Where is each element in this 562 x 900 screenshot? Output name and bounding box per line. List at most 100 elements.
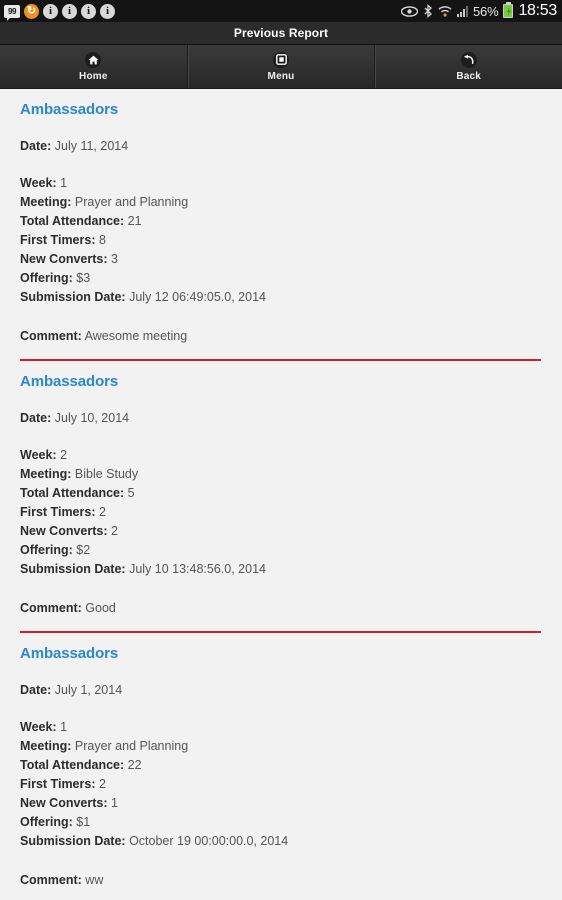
info-icon-1: i [43, 3, 58, 19]
offering-row: Offering: $3 [20, 269, 542, 288]
first-timers-value: 2 [98, 505, 106, 519]
comment-value: ww [85, 873, 104, 887]
new-converts-row: New Converts: 3 [20, 250, 542, 269]
app-update-icon: ↻ [24, 3, 39, 19]
nav-button-home[interactable]: Home [0, 45, 187, 88]
report-list[interactable]: Ambassadors Date: July 11, 2014 Week: 1 … [0, 89, 562, 899]
nav-button-menu-label: Menu [267, 70, 295, 82]
first-timers-label: First Timers: [20, 777, 96, 791]
first-timers-label: First Timers: [20, 505, 96, 519]
first-timers-row: First Timers: 2 [20, 775, 542, 794]
navigation-bar: Home Menu Back [0, 45, 562, 89]
submission-date-label: Submission Date: [20, 834, 126, 848]
report-date-row: Date: July 10, 2014 [20, 409, 542, 428]
week-label: Week: [20, 176, 57, 190]
info-icon-3: i [81, 3, 96, 19]
submission-date-value: July 12 06:49:05.0, 2014 [129, 290, 266, 304]
offering-value: $3 [76, 271, 91, 285]
comment-row: Comment: ww [20, 871, 542, 890]
comment-label: Comment: [20, 873, 82, 887]
report-date-row: Date: July 11, 2014 [20, 137, 542, 156]
offering-row: Offering: $2 [20, 541, 542, 560]
meeting-label: Meeting: [20, 195, 72, 209]
date-value: July 10, 2014 [54, 411, 130, 425]
comment-value: Good [85, 601, 116, 615]
status-bar-notification-icons: 99 ↻ i i i i [4, 3, 115, 21]
offering-label: Offering: [20, 271, 73, 285]
meeting-row: Meeting: Prayer and Planning [20, 193, 542, 212]
submission-date-label: Submission Date: [20, 562, 126, 576]
comment-label: Comment: [20, 601, 82, 615]
date-value: July 1, 2014 [54, 683, 123, 697]
meeting-value: Bible Study [74, 467, 139, 481]
first-timers-value: 8 [98, 233, 106, 247]
submission-date-row: Submission Date: July 10 13:48:56.0, 201… [20, 560, 542, 579]
battery-percent-label: 56% [473, 3, 499, 19]
submission-date-value: October 19 00:00:00.0, 2014 [129, 834, 289, 848]
info-icon-2: i [62, 3, 77, 19]
submission-date-label: Submission Date: [20, 290, 126, 304]
week-value: 1 [60, 176, 68, 190]
total-attendance-row: Total Attendance: 21 [20, 212, 542, 231]
report-stats: Week: 2 Meeting: Bible Study Total Atten… [20, 446, 542, 579]
wifi-icon [438, 5, 452, 18]
comment-label: Comment: [20, 329, 82, 343]
report-date-row: Date: July 1, 2014 [20, 681, 542, 700]
page-title: Previous Report [233, 26, 329, 40]
date-label: Date: [20, 683, 52, 697]
submission-date-row: Submission Date: July 12 06:49:05.0, 201… [20, 288, 542, 307]
meeting-label: Meeting: [20, 739, 72, 753]
offering-label: Offering: [20, 815, 73, 829]
status-bar: 99 ↻ i i i i 56% 18:53 [0, 0, 562, 22]
new-converts-label: New Converts: [20, 252, 108, 266]
meeting-row: Meeting: Bible Study [20, 465, 542, 484]
back-icon [460, 51, 477, 68]
new-converts-row: New Converts: 2 [20, 522, 542, 541]
first-timers-label: First Timers: [20, 233, 96, 247]
nav-button-home-label: Home [79, 70, 108, 82]
nav-button-back[interactable]: Back [374, 45, 562, 88]
total-attendance-value: 21 [127, 214, 142, 228]
total-attendance-row: Total Attendance: 22 [20, 756, 542, 775]
meeting-value: Prayer and Planning [74, 195, 189, 209]
submission-date-value: July 10 13:48:56.0, 2014 [129, 562, 266, 576]
home-icon [85, 51, 102, 68]
week-row: Week: 2 [20, 446, 542, 465]
date-label: Date: [20, 139, 52, 153]
comment-row: Comment: Awesome meeting [20, 327, 542, 346]
nav-button-menu[interactable]: Menu [186, 45, 375, 88]
menu-icon [273, 51, 289, 68]
report-title: Ambassadors [20, 645, 119, 662]
report-title: Ambassadors [20, 373, 119, 390]
total-attendance-label: Total Attendance: [20, 214, 125, 228]
meeting-value: Prayer and Planning [74, 739, 189, 753]
sms-icon: 99 [4, 4, 20, 21]
week-value: 2 [60, 448, 68, 462]
signal-strength-icon [457, 5, 469, 17]
report-card: Ambassadors Date: July 1, 2014 Week: 1 M… [0, 633, 562, 899]
status-bar-clock: 18:53 [518, 2, 557, 19]
comment-row: Comment: Good [20, 599, 542, 618]
bluetooth-icon [423, 4, 433, 18]
date-value: July 11, 2014 [54, 139, 129, 153]
new-converts-value: 2 [111, 524, 118, 538]
week-label: Week: [20, 720, 57, 734]
new-converts-label: New Converts: [20, 796, 108, 810]
smart-stay-eye-icon [401, 5, 419, 17]
total-attendance-label: Total Attendance: [20, 486, 125, 500]
new-converts-value: 3 [111, 252, 118, 266]
new-converts-row: New Converts: 1 [20, 794, 542, 813]
title-bar: Previous Report [0, 22, 562, 45]
new-converts-label: New Converts: [20, 524, 108, 538]
report-title: Ambassadors [20, 101, 119, 118]
first-timers-row: First Timers: 8 [20, 231, 542, 250]
total-attendance-value: 22 [127, 758, 142, 772]
offering-label: Offering: [20, 543, 73, 557]
comment-value: Awesome meeting [84, 329, 188, 343]
week-label: Week: [20, 448, 57, 462]
report-stats: Week: 1 Meeting: Prayer and Planning Tot… [20, 718, 542, 851]
first-timers-row: First Timers: 2 [20, 503, 542, 522]
info-icon-4: i [100, 3, 115, 19]
total-attendance-value: 5 [127, 486, 135, 500]
meeting-row: Meeting: Prayer and Planning [20, 737, 542, 756]
